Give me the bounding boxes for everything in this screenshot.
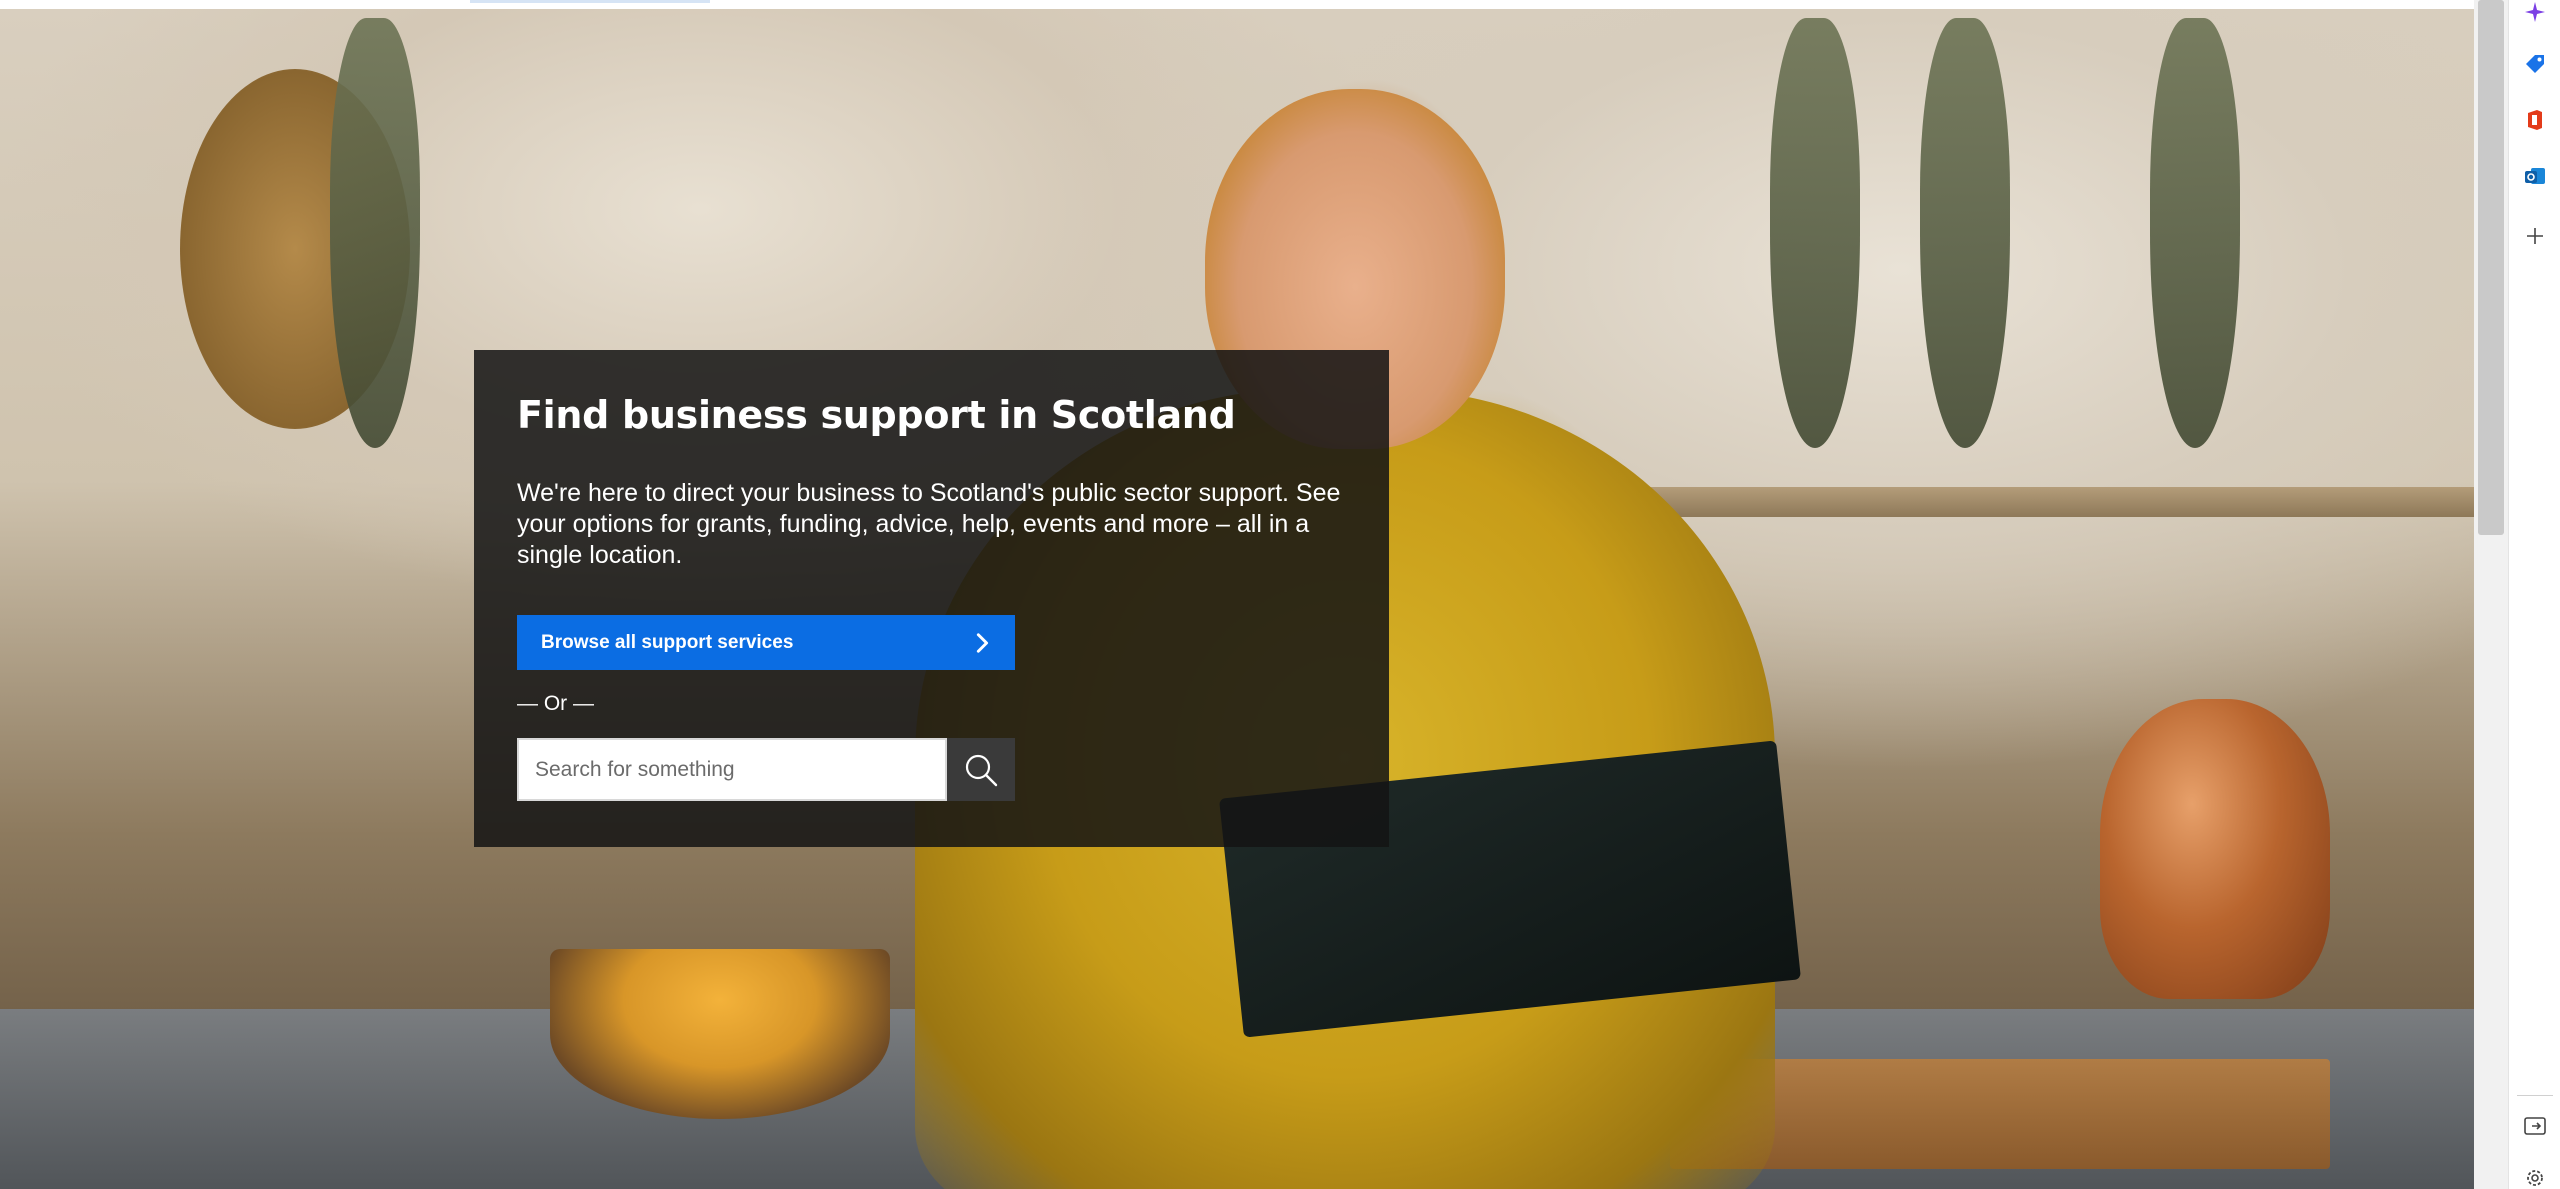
search-icon — [965, 754, 998, 786]
browse-all-support-button[interactable]: Browse all support services — [517, 615, 1015, 670]
scrollbar-thumb[interactable] — [2478, 0, 2504, 535]
settings-icon[interactable] — [2523, 1166, 2547, 1189]
search-input[interactable] — [517, 738, 947, 801]
hero-photo-detail — [2100, 699, 2330, 999]
chevron-right-icon — [976, 632, 989, 653]
sidebar-toggle-icon[interactable] — [2523, 1114, 2547, 1138]
hero-photo-detail — [550, 949, 890, 1119]
copilot-icon[interactable] — [2523, 0, 2547, 24]
shopping-tag-icon[interactable] — [2523, 52, 2547, 76]
search-button[interactable] — [947, 738, 1015, 801]
add-icon[interactable] — [2523, 224, 2547, 248]
hero-photo-detail — [1770, 18, 1860, 448]
hero-description: We're here to direct your business to Sc… — [517, 479, 1341, 569]
search-form — [517, 738, 1015, 801]
hero-photo-detail — [330, 18, 420, 448]
page-scrollbar[interactable] — [2474, 0, 2508, 1189]
browser-sidebar — [2508, 0, 2560, 1189]
hero-photo-detail — [1590, 487, 2474, 517]
browser-top-edge — [0, 0, 2474, 9]
office-icon[interactable] — [2523, 108, 2547, 132]
or-separator: — Or — — [517, 692, 594, 715]
browse-button-label: Browse all support services — [541, 631, 794, 653]
tab-indicator — [470, 0, 710, 3]
hero-card: Find business support in Scotland We're … — [474, 350, 1389, 847]
sidebar-divider — [2517, 1095, 2553, 1096]
outlook-icon[interactable] — [2523, 164, 2547, 188]
page-title: Find business support in Scotland — [517, 393, 1236, 437]
hero-photo-detail — [2150, 18, 2240, 448]
hero-photo-detail — [1920, 18, 2010, 448]
